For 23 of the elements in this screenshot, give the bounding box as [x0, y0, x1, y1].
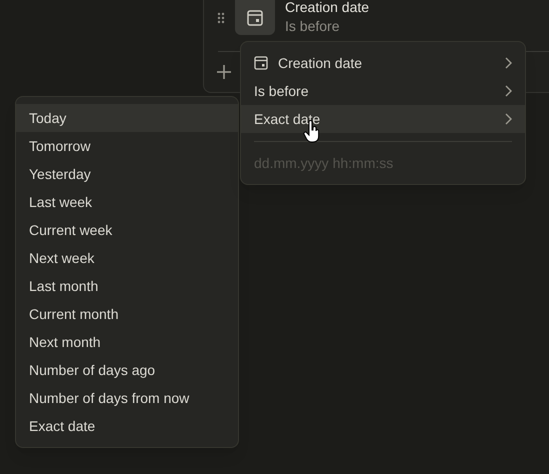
date-option[interactable]: Tomorrow	[16, 132, 238, 160]
add-icon[interactable]	[216, 64, 232, 80]
date-option[interactable]: Yesterday	[16, 160, 238, 188]
chevron-right-icon	[504, 57, 512, 69]
chevron-right-icon	[504, 113, 512, 125]
date-option[interactable]: Number of days from now	[16, 384, 238, 412]
date-option[interactable]: Number of days ago	[16, 356, 238, 384]
date-option[interactable]: Last week	[16, 188, 238, 216]
chevron-right-icon	[504, 85, 512, 97]
drag-handle-icon[interactable]	[217, 12, 225, 24]
calendar-icon	[254, 56, 268, 70]
filter-condition: Is before	[285, 17, 340, 36]
date-option[interactable]: Next month	[16, 328, 238, 356]
date-option[interactable]: Last month	[16, 272, 238, 300]
date-option[interactable]: Exact date	[16, 412, 238, 440]
calendar-icon	[246, 9, 264, 27]
menu-item[interactable]: Creation date	[241, 49, 525, 77]
date-option[interactable]: Current week	[16, 216, 238, 244]
menu-item[interactable]: Is before	[241, 77, 525, 105]
date-option[interactable]: Current month	[16, 300, 238, 328]
date-option[interactable]: Today	[16, 104, 238, 132]
filter-field-name: Creation date	[285, 0, 370, 17]
date-option[interactable]: Next week	[16, 244, 238, 272]
